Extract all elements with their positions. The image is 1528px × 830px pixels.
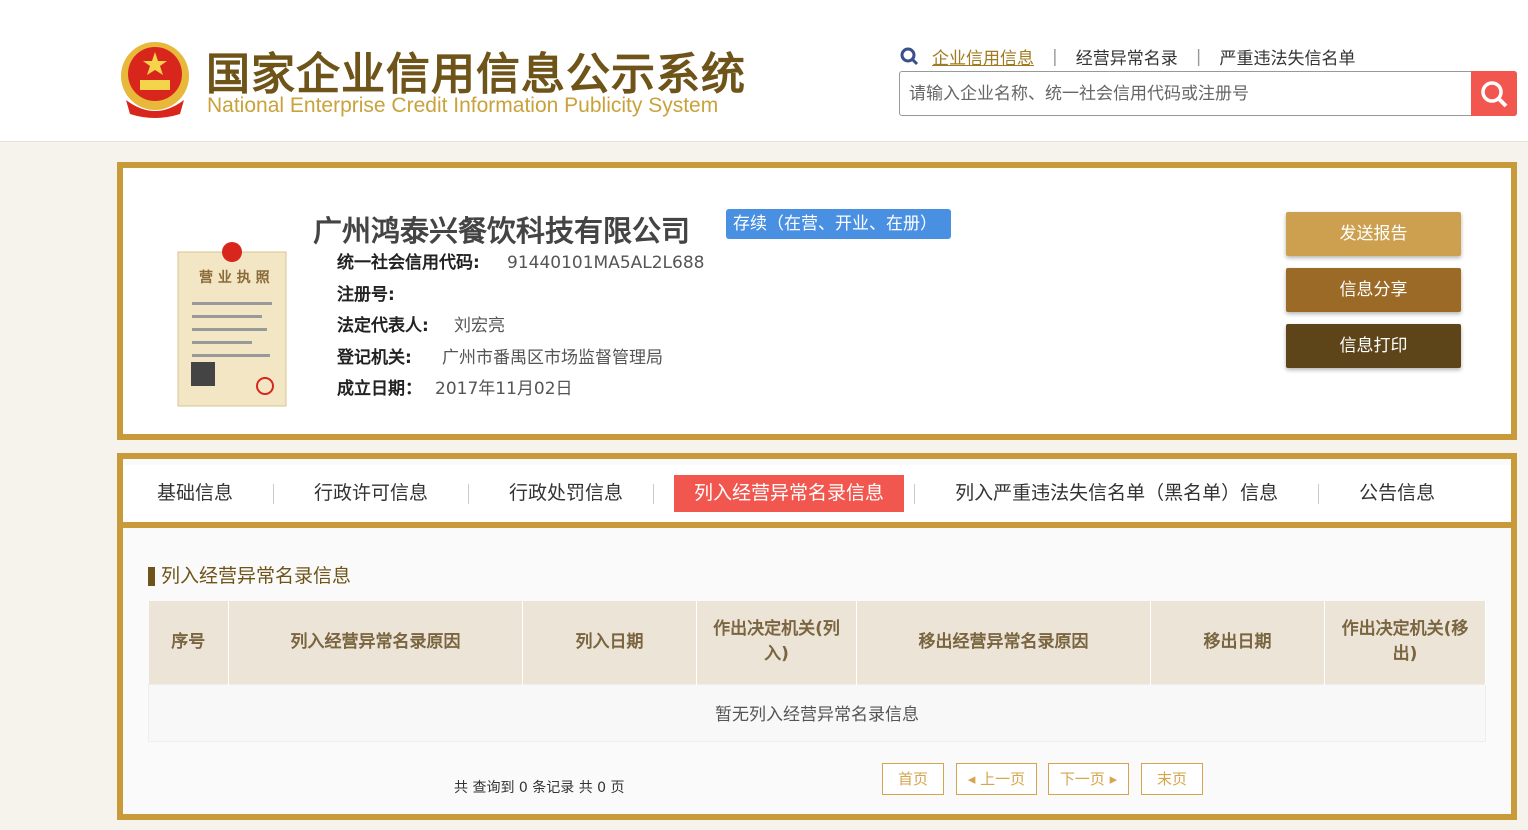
next-page-button[interactable]: 下一页 ▸	[1048, 763, 1129, 795]
record-count: 共 查询到 0 条记录 共 0 页	[454, 780, 625, 796]
top-nav: 企业信用信息 | 经营异常名录 | 严重违法失信名单	[900, 44, 1355, 69]
tab-bar: 基础信息 行政许可信息 行政处罚信息 列入经营异常名录信息 列入严重违法失信名单…	[123, 465, 1511, 528]
abnormal-list-table: 序号 列入经营异常名录原因 列入日期 作出决定机关(列入) 移出经营异常名录原因…	[148, 601, 1486, 742]
column-header: 序号	[148, 601, 229, 684]
field-label: 登记机关:	[337, 347, 412, 368]
table-row: 暂无列入经营异常名录信息	[148, 683, 1486, 742]
info-row: 登记机关: 广州市番禺区市场监督管理局	[337, 343, 704, 375]
column-header: 移出经营异常名录原因	[856, 601, 1151, 684]
svg-text:营 业 执 照: 营 业 执 照	[199, 269, 270, 286]
search-input[interactable]	[900, 72, 1470, 115]
column-header: 作出决定机关(移出)	[1324, 601, 1486, 684]
field-value: 2017年11月02日	[435, 379, 573, 399]
divider	[273, 483, 275, 504]
field-label: 成立日期：	[337, 379, 422, 399]
column-header: 列入经营异常名录原因	[228, 601, 523, 684]
search-button[interactable]	[1471, 71, 1517, 116]
field-label: 法定代表人:	[337, 316, 429, 336]
column-header: 列入日期	[522, 601, 697, 684]
link-blacklist[interactable]: 严重违法失信名单	[1219, 44, 1355, 69]
field-label: 注册号:	[337, 284, 395, 305]
info-row: 成立日期： 2017年11月02日	[337, 374, 704, 406]
field-value: 刘宏亮	[454, 316, 505, 336]
link-enterprise-credit[interactable]: 企业信用信息	[932, 44, 1034, 69]
print-info-button[interactable]: 信息打印	[1286, 324, 1461, 368]
divider	[1318, 483, 1320, 504]
column-header: 作出决定机关(列入)	[696, 601, 857, 684]
company-summary-card: 营 业 执 照 广州鸿泰兴餐饮科技有限公司 存续（在营、开业、在册） 统一社会信…	[117, 162, 1517, 440]
field-label: 统一社会信用代码:	[337, 253, 480, 273]
info-row: 注册号:	[337, 280, 704, 312]
divider: |	[1052, 46, 1058, 67]
tab-basic-info[interactable]: 基础信息	[137, 475, 253, 512]
search-icon	[1481, 80, 1508, 107]
last-page-button[interactable]: 末页	[1141, 763, 1203, 795]
tab-abnormal-list[interactable]: 列入经营异常名录信息	[674, 475, 905, 512]
link-abnormal-list[interactable]: 经营异常名录	[1076, 44, 1178, 69]
search-box	[899, 71, 1517, 116]
company-name: 广州鸿泰兴餐饮科技有限公司	[313, 214, 691, 248]
prev-label: 上一页	[980, 770, 1026, 788]
section-title: 列入经营异常名录信息	[148, 567, 351, 586]
company-info: 统一社会信用代码: 91440101MA5AL2L688 注册号: 法定代表人: 刘…	[337, 248, 704, 406]
divider	[914, 483, 916, 504]
first-page-button[interactable]: 首页	[882, 763, 944, 795]
table-header-row: 序号 列入经营异常名录原因 列入日期 作出决定机关(列入) 移出经营异常名录原因…	[148, 601, 1486, 684]
info-row: 法定代表人: 刘宏亮	[337, 311, 704, 343]
status-badge: 存续（在营、开业、在册）	[726, 209, 951, 239]
info-row: 统一社会信用代码: 91440101MA5AL2L688	[337, 248, 704, 280]
business-license-image: 营 业 执 照	[177, 242, 287, 407]
tab-admin-license[interactable]: 行政许可信息	[294, 475, 448, 512]
divider	[468, 483, 470, 504]
send-report-button[interactable]: 发送报告	[1286, 212, 1461, 256]
prev-page-button[interactable]: ◂ 上一页	[956, 763, 1037, 795]
tab-announcements[interactable]: 公告信息	[1339, 475, 1455, 512]
tab-admin-penalty[interactable]: 行政处罚信息	[489, 475, 643, 512]
field-value: 91440101MA5AL2L688	[507, 253, 705, 273]
divider	[653, 483, 655, 504]
site-subtitle: National Enterprise Credit Information P…	[207, 94, 719, 117]
divider: |	[1195, 46, 1202, 67]
column-header: 移出日期	[1150, 601, 1325, 684]
search-icon	[900, 47, 919, 65]
empty-message: 暂无列入经营异常名录信息	[148, 683, 1486, 742]
site-title: 国家企业信用信息公示系统	[206, 49, 746, 100]
site-header: 国家企业信用信息公示系统 National Enterprise Credit …	[0, 0, 1528, 142]
tab-blacklist[interactable]: 列入严重违法失信名单（黑名单）信息	[935, 475, 1298, 512]
share-info-button[interactable]: 信息分享	[1286, 268, 1461, 312]
national-emblem-logo	[121, 42, 189, 118]
next-label: 下一页	[1059, 770, 1105, 788]
detail-card: 基础信息 行政许可信息 行政处罚信息 列入经营异常名录信息 列入严重违法失信名单…	[117, 453, 1517, 820]
field-value: 广州市番禺区市场监督管理局	[442, 347, 663, 368]
